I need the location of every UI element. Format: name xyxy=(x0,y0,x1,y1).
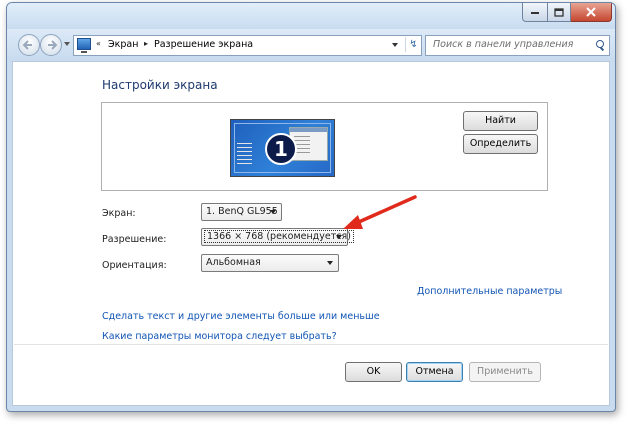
title-bar xyxy=(7,3,615,31)
control-panel-icon xyxy=(77,38,91,53)
close-icon xyxy=(586,7,596,17)
breadcrumb-item-resolution[interactable]: Разрешение экрана xyxy=(154,39,253,50)
orientation-label: Ориентация: xyxy=(102,260,167,271)
orientation-select[interactable]: Альбомная xyxy=(201,254,339,272)
recent-pages-dropdown-icon[interactable] xyxy=(64,42,70,46)
search-box[interactable]: Поиск в панели управления xyxy=(425,35,610,56)
search-input[interactable]: Поиск в панели управления xyxy=(433,39,573,50)
breadcrumb-item-screen[interactable]: Экран xyxy=(108,39,138,50)
resolution-select-value: 1366 × 768 (рекомендуется) xyxy=(204,230,354,243)
address-bar[interactable]: « Экран ▸ Разрешение экрана ↯ xyxy=(73,35,422,56)
screen-settings-panel: Настройки экрана 1 Найти Определить Экра… xyxy=(12,61,610,406)
advanced-settings-link[interactable]: Дополнительные параметры xyxy=(417,286,562,297)
maximize-icon xyxy=(554,7,564,17)
window-controls xyxy=(522,3,612,22)
chevron-down-icon xyxy=(327,261,333,265)
breadcrumb-separator-icon[interactable]: ▸ xyxy=(144,39,148,48)
ok-button[interactable]: OK xyxy=(345,362,402,382)
back-arrow-icon xyxy=(22,40,32,50)
text-size-link[interactable]: Сделать текст и другие элементы больше и… xyxy=(102,311,380,322)
close-button[interactable] xyxy=(571,3,612,22)
forward-arrow-icon xyxy=(48,40,58,50)
minimize-button[interactable] xyxy=(522,3,548,22)
forward-button[interactable] xyxy=(40,34,62,56)
refresh-icon: ↯ xyxy=(409,39,418,50)
navigation-bar: « Экран ▸ Разрешение экрана ↯ Поиск в па… xyxy=(7,29,615,59)
monitor-number-badge: 1 xyxy=(265,133,297,165)
screen-label: Экран: xyxy=(102,208,136,219)
page-title: Настройки экрана xyxy=(102,78,218,92)
screen-select-value: 1. BenQ GL955 xyxy=(206,206,278,217)
find-button[interactable]: Найти xyxy=(463,111,538,131)
monitor-preview-area: 1 Найти Определить xyxy=(101,102,548,191)
chevron-down-icon xyxy=(270,210,276,214)
apply-button[interactable]: Применить xyxy=(469,362,541,382)
identify-button[interactable]: Определить xyxy=(463,134,538,154)
minimize-icon xyxy=(531,12,539,14)
address-dropdown-icon[interactable] xyxy=(392,43,398,47)
screen-select[interactable]: 1. BenQ GL955 xyxy=(201,203,282,221)
cancel-button[interactable]: Отмена xyxy=(406,362,463,382)
control-panel-window: « Экран ▸ Разрешение экрана ↯ Поиск в па… xyxy=(6,2,616,412)
monitor-1-preview[interactable]: 1 xyxy=(230,119,335,177)
refresh-button[interactable]: ↯ xyxy=(405,37,421,52)
breadcrumb-overflow-icon[interactable]: « xyxy=(96,39,101,48)
resolution-select[interactable]: 1366 × 768 (рекомендуется) xyxy=(201,228,354,246)
search-icon[interactable] xyxy=(596,40,604,48)
monitor-params-link[interactable]: Какие параметры монитора следует выбрать… xyxy=(102,331,337,342)
back-button[interactable] xyxy=(18,34,40,56)
footer-divider xyxy=(14,344,608,345)
desktop-icons-decoration xyxy=(237,143,252,167)
orientation-select-value: Альбомная xyxy=(206,257,261,268)
resolution-label: Разрешение: xyxy=(102,234,167,245)
chevron-down-icon xyxy=(336,235,342,239)
maximize-button[interactable] xyxy=(548,3,571,22)
